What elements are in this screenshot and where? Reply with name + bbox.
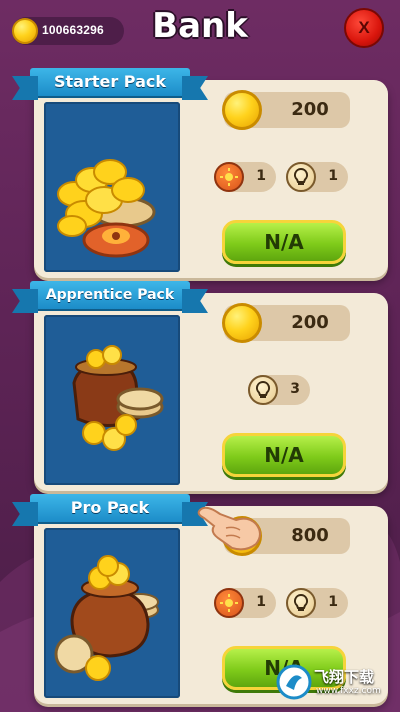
hint-count: 1 — [328, 594, 338, 610]
hint-reward: 1 — [286, 588, 348, 618]
hint-count: 3 — [290, 381, 300, 397]
sun-token-reward: 1 — [214, 588, 276, 618]
pack-title-apprentice: Apprentice Pack — [30, 281, 190, 309]
pack-title-pro: Pro Pack — [30, 494, 190, 522]
buy-button-apprentice[interactable]: N/A — [222, 433, 346, 477]
watermark: 飞翔下载 www.fxxz.com — [276, 662, 392, 704]
money-bag-icon — [54, 555, 159, 681]
pack-card-starter: 200 1 1 N/A — [34, 80, 388, 278]
pack-title-starter: Starter Pack — [30, 68, 190, 96]
hint-reward: 1 — [286, 162, 348, 192]
lightbulb-icon — [286, 162, 316, 192]
hint-reward: 3 — [248, 375, 310, 405]
watermark-logo-icon — [276, 664, 312, 700]
pack-image-apprentice — [44, 315, 180, 485]
hint-count: 1 — [328, 168, 338, 184]
lightbulb-icon — [286, 588, 316, 618]
lightbulb-icon — [248, 375, 278, 405]
pack-image-starter — [44, 102, 180, 272]
watermark-text: 飞翔下载 — [314, 668, 375, 686]
coin-pile-icon — [57, 159, 156, 258]
close-icon: X — [358, 18, 370, 37]
coin-reward-value: 800 — [291, 525, 329, 546]
sun-token-icon — [214, 162, 244, 192]
sun-token-icon — [214, 588, 244, 618]
sun-token-count: 1 — [256, 168, 266, 184]
coin-reward-value: 200 — [291, 312, 329, 333]
buy-button-starter[interactable]: N/A — [222, 220, 346, 264]
tutorial-hand-icon — [197, 506, 261, 551]
page-title: Bank — [152, 6, 248, 46]
pack-card-apprentice: 200 3 N/A — [34, 293, 388, 491]
coin-purse-icon — [72, 345, 164, 451]
coin-reward: 200 — [222, 90, 350, 130]
sun-token-reward: 1 — [214, 162, 276, 192]
close-button[interactable]: X — [344, 8, 384, 48]
coin-icon — [222, 90, 262, 130]
coin-reward: 200 — [222, 303, 350, 343]
coin-reward-value: 200 — [291, 99, 329, 120]
sun-token-count: 1 — [256, 594, 266, 610]
watermark-url: www.fxxz.com — [316, 686, 381, 696]
pack-image-pro — [44, 528, 180, 698]
coin-icon — [222, 303, 262, 343]
